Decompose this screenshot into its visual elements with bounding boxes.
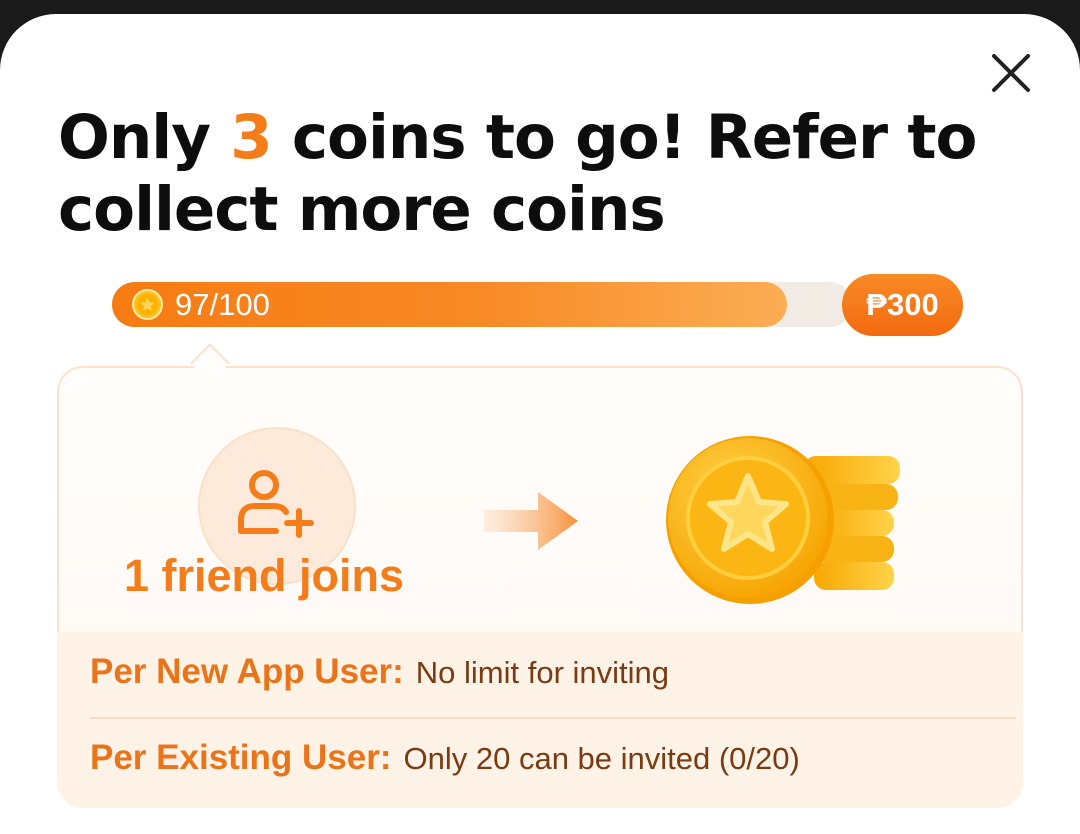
coin-icon [132, 289, 163, 320]
coins-remaining-count: 3 [230, 102, 272, 173]
close-icon [992, 54, 1030, 92]
rule-key: Per Existing User: [90, 738, 392, 777]
title-text-start: Only [58, 102, 231, 173]
rule-new-app-user: Per New App User: No limit for inviting [90, 652, 669, 708]
rule-key: Per New App User: [90, 652, 404, 691]
friend-joins-label: 1 friend joins [124, 550, 405, 601]
coin-progress-label: 97/100 [175, 287, 270, 322]
arrow-right-icon [484, 492, 578, 550]
rule-existing-user: Per Existing User: Only 20 can be invite… [90, 738, 800, 794]
close-button[interactable] [984, 50, 1038, 96]
add-friend-icon [238, 470, 314, 538]
referral-rules-panel: Per New App User: No limit for inviting … [57, 632, 1023, 808]
rule-value: No limit for inviting [415, 655, 670, 690]
coin-stack-icon [666, 436, 900, 604]
reward-amount-badge: ₱300 [842, 274, 963, 336]
rule-divider [90, 717, 1016, 719]
rule-value: Only 20 can be invited (0/20) [403, 741, 800, 776]
page-title: Only 3 coins to go! Refer to collect mor… [58, 102, 1038, 246]
